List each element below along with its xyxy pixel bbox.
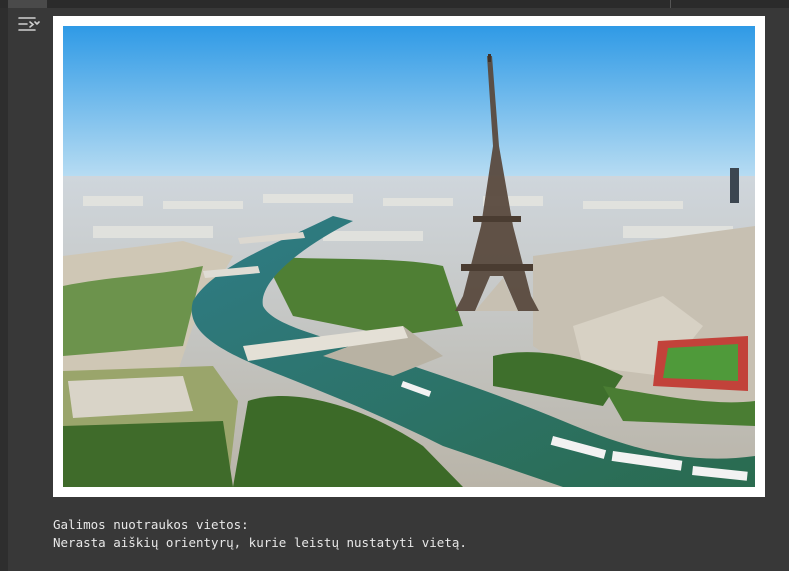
eiffel-tower-photo xyxy=(63,26,755,487)
output-controls-icon[interactable] xyxy=(16,14,40,36)
top-bar-divider xyxy=(670,0,671,8)
output-text: Galimos nuotraukos vietos: Nerasta aiškių… xyxy=(53,516,467,552)
cell-gutter xyxy=(0,8,8,571)
output-line-heading: Galimos nuotraukos vietos: xyxy=(53,517,249,532)
output-line-result: Nerasta aiškių orientyrų, kurie leistų n… xyxy=(53,535,467,550)
top-bar xyxy=(0,0,789,8)
output-image xyxy=(53,16,765,497)
cell-tab[interactable] xyxy=(8,0,47,8)
